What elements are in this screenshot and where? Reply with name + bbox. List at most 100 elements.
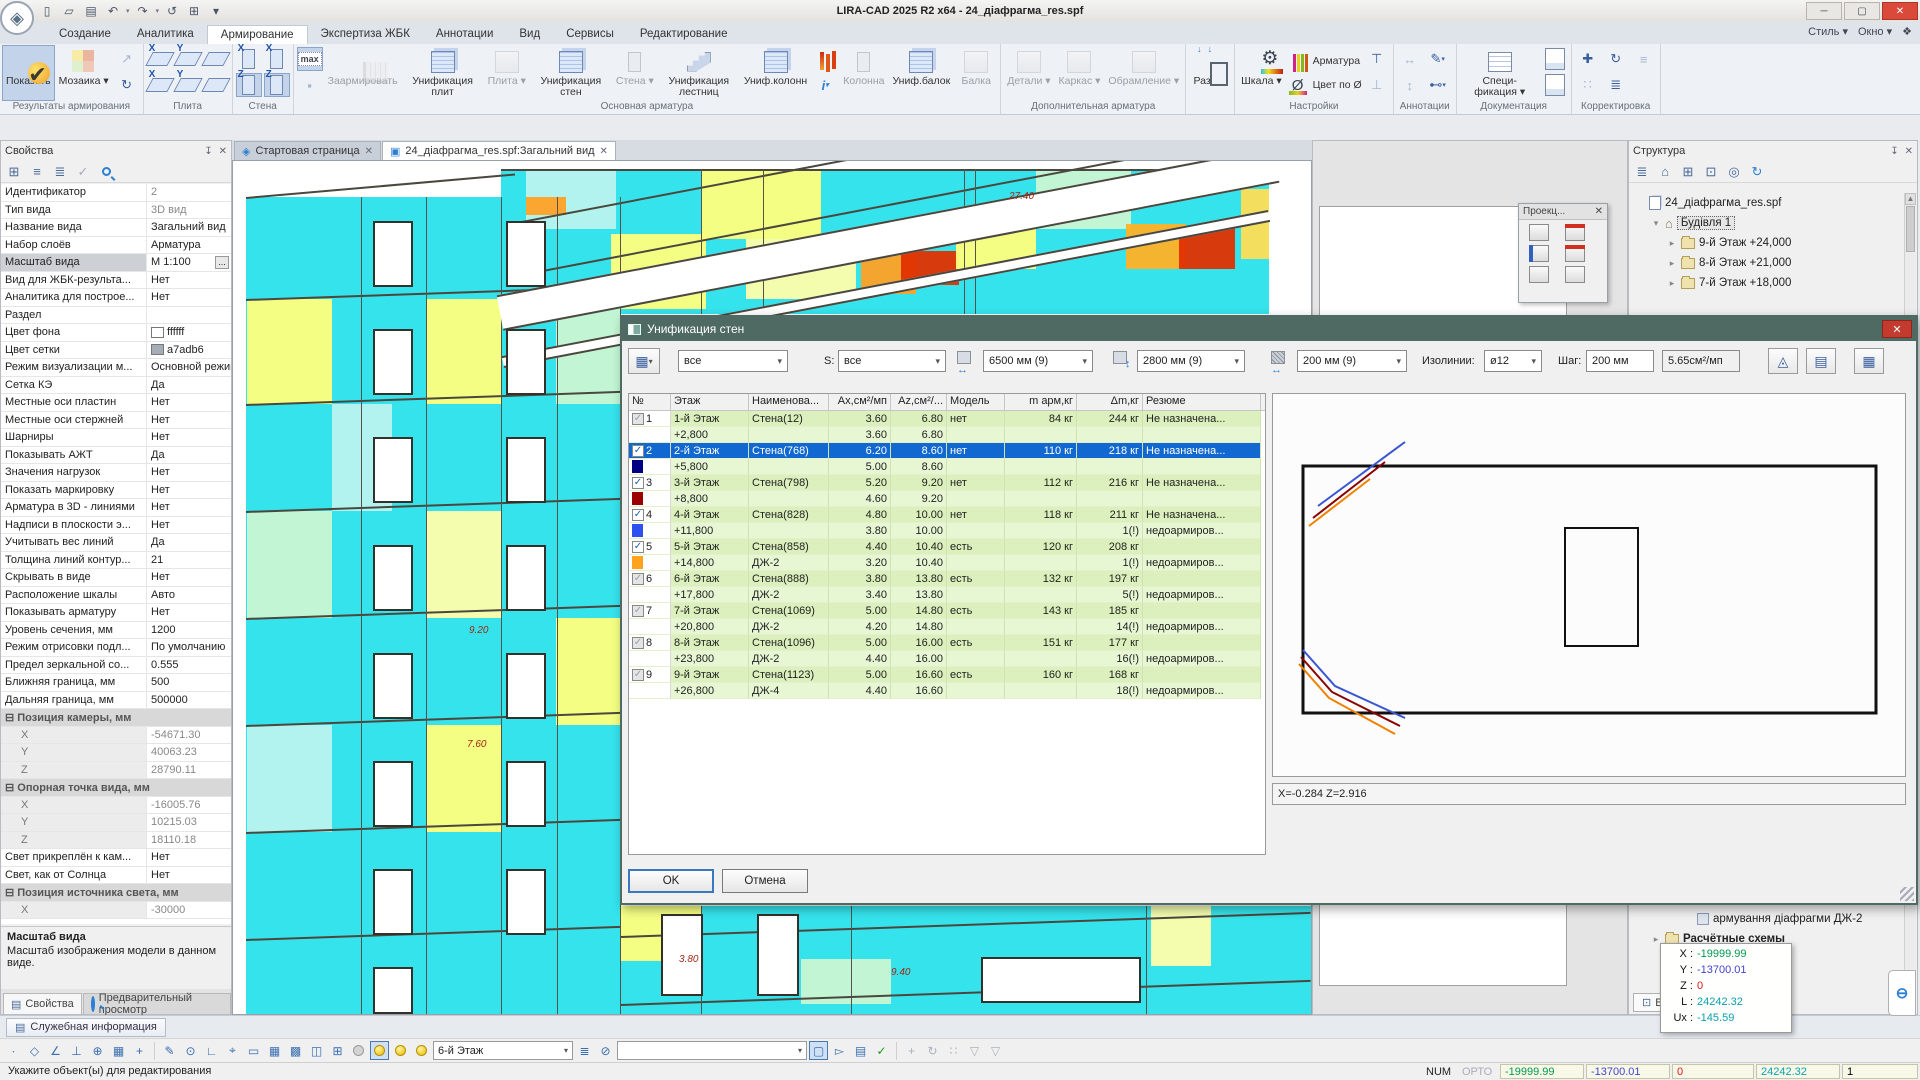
close-panel-icon[interactable]: ✕ — [1905, 146, 1913, 157]
snap-perp-icon[interactable]: ⊥ — [67, 1041, 86, 1060]
layers-filter-icon[interactable]: ≣ — [1632, 163, 1652, 181]
menu-стиль[interactable]: Стиль ▾ — [1808, 25, 1848, 38]
column-button[interactable]: Колонна — [839, 45, 888, 101]
dimensions-icon[interactable]: ▪ — [297, 73, 323, 97]
plate-y-bottom-icon[interactable]: Y — [175, 73, 201, 97]
height-combo[interactable]: 2800 мм (9)▾ — [1137, 350, 1245, 372]
plate-x-bottom-icon[interactable]: X — [147, 73, 173, 97]
projection-palette-close-icon[interactable]: ✕ — [1595, 206, 1603, 217]
corner-icon[interactable]: ∟ — [202, 1041, 221, 1060]
hatch-icon[interactable]: ▩ — [286, 1041, 305, 1060]
layers-icon[interactable]: ≣ — [575, 1041, 594, 1060]
dialog-title-bar[interactable]: Унификация стен — [622, 317, 1916, 341]
wall-row-elevation[interactable]: +8,8004.609.20 — [629, 491, 1265, 507]
property-row[interactable]: Показать маркировкуНет — [1, 482, 231, 500]
wall-row-floor[interactable]: ✓88-й ЭтажСтена(1096)5.0016.00есть151 кг… — [629, 635, 1265, 651]
property-row[interactable]: Свет прикреплён к кам...Нет — [1, 849, 231, 867]
section-button[interactable]: Разрез — [1188, 45, 1232, 101]
pencil-icon[interactable]: ✎ — [160, 1041, 179, 1060]
mosaic-button[interactable]: Мозаика ▾ — [55, 45, 113, 101]
tab-4-экспертиза-жбк[interactable]: Экспертиза ЖБК — [308, 25, 423, 44]
reinforce-button[interactable]: Заармировать — [324, 45, 402, 101]
wall-row-floor[interactable]: ✓99-й ЭтажСтена(1123)5.0016.60есть160 кг… — [629, 667, 1265, 683]
property-row[interactable]: Значения нагрузокНет — [1, 464, 231, 482]
lamp-off-icon[interactable] — [349, 1041, 368, 1060]
wall-row-elevation[interactable]: +20,800ДЖ-24.2014.8014(!)недоармиров... — [629, 619, 1265, 635]
move-points-icon[interactable]: ∷ — [944, 1041, 963, 1060]
refresh-icon[interactable]: ↻ — [1747, 163, 1767, 181]
property-row[interactable]: Цвет фонаffffff — [1, 324, 231, 342]
dialog-close-button[interactable]: ✕ — [1882, 320, 1912, 338]
property-row[interactable]: Z28790.11 — [1, 762, 231, 780]
row-checkbox[interactable]: ✓ — [632, 637, 644, 649]
projection-bottom-icon[interactable] — [1565, 266, 1585, 283]
property-row[interactable]: Y40063.23 — [1, 744, 231, 762]
wall-row-floor[interactable]: ✓33-й ЭтажСтена(798)5.209.20нет112 кг216… — [629, 475, 1265, 491]
property-row[interactable]: Показывать АЖТДа — [1, 447, 231, 465]
document-tab-1[interactable]: ◈Стартовая страница✕ — [234, 141, 381, 160]
cells-icon[interactable]: ⊞ — [328, 1041, 347, 1060]
wall-row-elevation[interactable]: +17,800ДЖ-23.4013.805(!)недоармиров... — [629, 587, 1265, 603]
property-row[interactable]: Свет, как от СолнцаНет — [1, 867, 231, 885]
rotate-icon[interactable]: ↻ — [923, 1041, 942, 1060]
column-header[interactable]: Резюме — [1143, 394, 1261, 410]
beam-button[interactable]: Балка — [954, 45, 998, 101]
dim-level-icon[interactable]: ↕ — [1397, 73, 1423, 97]
tab-close-icon[interactable]: ✕ — [365, 146, 373, 157]
property-row[interactable]: Учитывать вес линийДа — [1, 534, 231, 552]
plate-cap-icon[interactable] — [203, 47, 229, 71]
property-row[interactable]: Z18110.18 — [1, 832, 231, 850]
sheet-grid-icon[interactable] — [1542, 73, 1568, 97]
property-row[interactable]: X-54671.30 — [1, 727, 231, 745]
filter-combo-2[interactable]: все▾ — [838, 350, 946, 372]
apply-check-icon[interactable]: ✓ — [73, 163, 93, 181]
doc-export-icon[interactable]: ⊞ — [1678, 163, 1698, 181]
tab-8-редактирование[interactable]: Редактирование — [627, 25, 741, 44]
wall-preview[interactable] — [1272, 393, 1906, 777]
lamp-box-icon[interactable] — [412, 1041, 431, 1060]
diameter-button[interactable]: ØЦвет по Ø — [1287, 75, 1362, 95]
property-row[interactable]: ⊟ Опорная точка вида, мм — [1, 779, 231, 797]
grid-icon[interactable]: ▦ — [265, 1041, 284, 1060]
column-header[interactable]: Az,см²/... — [891, 394, 947, 410]
close-panel-icon[interactable]: ✕ — [219, 146, 227, 157]
wall-row-elevation[interactable]: +26,800ДЖ-44.4016.6018(!)недоармиров... — [629, 683, 1265, 699]
property-row[interactable]: Режим отрисовки подл...По умолчанию — [1, 639, 231, 657]
tree-expand-icon[interactable]: ▸ — [1667, 238, 1677, 249]
wall-x-right-icon[interactable]: X — [264, 47, 290, 71]
unify-beams-button[interactable]: Униф.балок — [888, 45, 954, 101]
row-checkbox[interactable]: ✓ — [632, 509, 644, 521]
snap-endpoint-icon[interactable]: ∙ — [4, 1041, 23, 1060]
column-header[interactable]: Наименова... — [749, 394, 829, 410]
property-row[interactable]: Идентификатор2 — [1, 184, 231, 202]
column-header[interactable]: Δm,кг — [1077, 394, 1143, 410]
move-icon[interactable]: + — [902, 1041, 921, 1060]
wall-row-elevation[interactable]: +14,800ДЖ-23.2010.401(!)недоармиров... — [629, 555, 1265, 571]
spec-table-button[interactable]: Специ-фикация ▾ — [1459, 45, 1541, 101]
projection-iso-icon[interactable] — [1529, 224, 1549, 241]
snap-cross-icon[interactable]: + — [130, 1041, 149, 1060]
numlock-indicator[interactable]: NUM — [1422, 1064, 1458, 1079]
target-icon[interactable]: ⌖ — [223, 1041, 242, 1060]
wall-row-floor[interactable]: ✓22-й ЭтажСтена(768)6.208.60нет110 кг218… — [629, 443, 1265, 459]
refresh-colored-icon[interactable]: ↻ — [114, 73, 140, 97]
property-row[interactable]: Цвет сеткиa7adb6 — [1, 342, 231, 360]
trend-arrow-icon[interactable]: ↗ — [114, 47, 140, 71]
snap-angle-icon[interactable]: ∠ — [46, 1041, 65, 1060]
plate-x-top-icon[interactable]: X — [147, 47, 173, 71]
wall-x-left-icon[interactable]: X — [236, 47, 262, 71]
circle-icon[interactable]: ⊙ — [181, 1041, 200, 1060]
unify-slabs-button[interactable]: Унификация плит — [402, 45, 484, 101]
wall-button[interactable]: Стена ▾ — [612, 45, 658, 101]
add-model-icon[interactable]: ⊡ — [1701, 163, 1721, 181]
tree-expand-icon[interactable]: ▸ — [1667, 258, 1677, 269]
ellipsis-button[interactable]: ... — [215, 256, 229, 269]
tree-item[interactable]: ▸7-й Этаж +18,000 — [1631, 273, 1903, 293]
cancel-button[interactable]: Отмена — [722, 869, 808, 893]
app-logo-icon[interactable]: ◈ — [0, 1, 34, 35]
property-row[interactable]: Тип вида3D вид — [1, 202, 231, 220]
max-icon[interactable]: max — [297, 47, 323, 71]
categorize-icon[interactable]: ⊞ — [4, 163, 24, 181]
property-row[interactable]: Вид для ЖБК-результа...Нет — [1, 272, 231, 290]
rect-icon[interactable]: ▭ — [244, 1041, 263, 1060]
